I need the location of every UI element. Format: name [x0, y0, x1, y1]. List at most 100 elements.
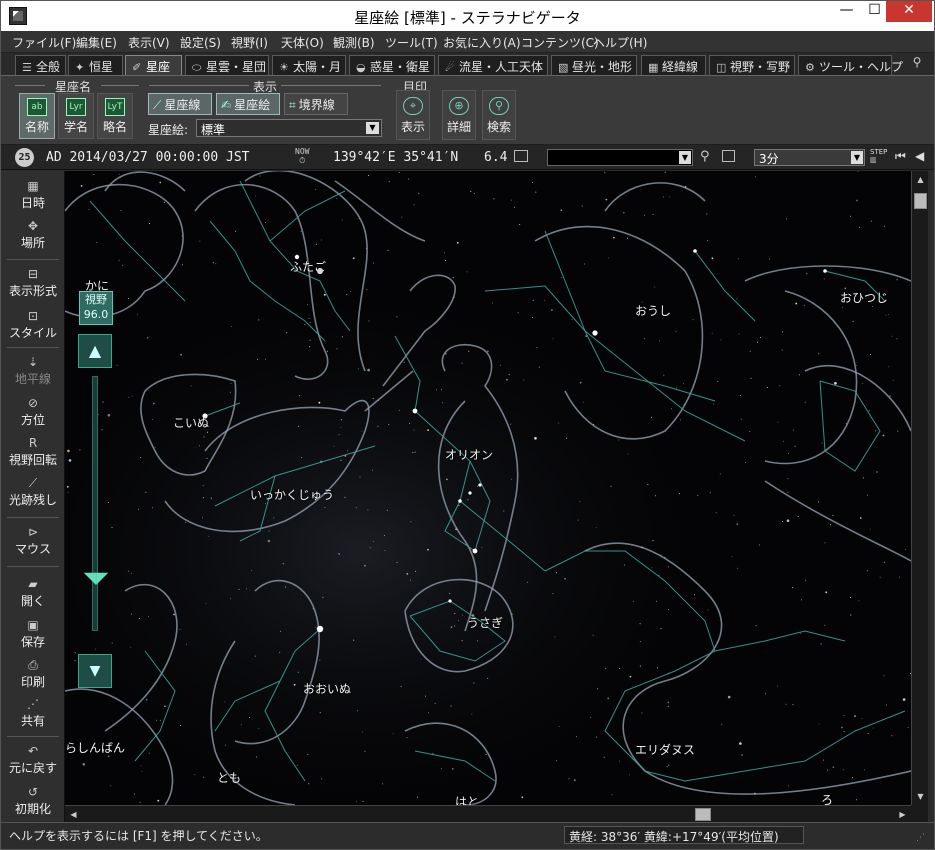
- background-star: [323, 293, 326, 296]
- tab-grid[interactable]: ▦ 経緯線: [641, 55, 706, 75]
- resize-grip-icon[interactable]: ⋰: [916, 833, 928, 845]
- vertical-scrollbar[interactable]: ▲ ▼: [911, 171, 928, 805]
- menu-contents[interactable]: コンテンツ(C): [521, 34, 599, 51]
- menu-tools[interactable]: ツール(T): [385, 34, 438, 51]
- background-star: [736, 298, 738, 300]
- mark-show-button[interactable]: ⌖ 表示: [396, 90, 430, 140]
- background-star: [339, 553, 340, 555]
- tab-planets[interactable]: ◒ 惑星・衛星: [349, 55, 435, 75]
- horizontal-scrollbar[interactable]: ◀ ▶: [65, 805, 911, 822]
- mouse-tool[interactable]: ⊳ マウス: [1, 525, 65, 557]
- location-tool[interactable]: ✥ 場所: [1, 219, 65, 251]
- tab-field[interactable]: ◫ 視野・写野: [709, 55, 795, 75]
- now-clock-icon[interactable]: NOW ⏱: [295, 147, 309, 165]
- reset-tool[interactable]: ↺ 初期化: [1, 785, 65, 817]
- tab-meteors[interactable]: ☄ 流星・人工天体: [438, 55, 548, 75]
- background-star: [737, 567, 739, 569]
- zoom-slider-handle[interactable]: ◥◤: [77, 569, 115, 587]
- share-tool[interactable]: ⋰ 共有: [1, 697, 65, 729]
- moon-age-badge[interactable]: 25: [15, 148, 34, 167]
- search-icon[interactable]: ⚲: [700, 149, 710, 164]
- background-star: [398, 172, 400, 173]
- pin-icon[interactable]: ⚲: [907, 55, 927, 73]
- direction-tool[interactable]: ⊘ 方位: [1, 396, 65, 428]
- scroll-thumb[interactable]: [695, 808, 711, 821]
- style-tool[interactable]: ⊡ スタイル: [1, 309, 65, 341]
- object-search-input[interactable]: ▼: [547, 149, 693, 166]
- name-button[interactable]: ab 名称: [19, 93, 55, 139]
- background-star: [867, 733, 869, 734]
- display-mode-tool[interactable]: ⊟ 表示形式: [1, 267, 65, 299]
- abbreviation-button[interactable]: LyT 略名: [97, 93, 133, 139]
- background-star: [454, 613, 456, 614]
- close-button[interactable]: ✕: [886, 1, 932, 22]
- menu-objects[interactable]: 天体(O): [281, 34, 324, 51]
- scroll-up-icon[interactable]: ▲: [913, 172, 928, 187]
- list-icon[interactable]: [722, 150, 735, 162]
- background-star: [148, 615, 150, 617]
- constellation-lines-toggle[interactable]: ⟋ 星座線: [148, 93, 212, 115]
- save-tool[interactable]: ▣ 保存: [1, 618, 65, 650]
- undo-tool[interactable]: ↶ 元に戻す: [1, 744, 65, 776]
- menu-view[interactable]: 表示(V): [128, 34, 170, 51]
- skip-back-icon[interactable]: ⏮: [895, 149, 906, 164]
- tab-general[interactable]: ☰ 全般: [15, 55, 66, 75]
- tab-sun-moon[interactable]: ☀ 太陽・月: [272, 55, 346, 75]
- maximize-button[interactable]: ☐: [861, 1, 888, 22]
- time-step-select[interactable]: 3分 ▼: [754, 149, 865, 166]
- constellation-art-toggle[interactable]: ✍ 星座絵: [216, 93, 280, 115]
- tab-daylight[interactable]: ▧ 昼光・地形: [551, 55, 637, 75]
- scroll-thumb[interactable]: [914, 193, 927, 209]
- background-star: [749, 431, 751, 432]
- location-display[interactable]: 139°42′E 35°41′N: [333, 150, 458, 165]
- chevron-down-icon[interactable]: ▼: [679, 151, 691, 164]
- sky-view[interactable]: かに ふたご おうし おひつじ こいぬ いっかくじゅう オリオン うさぎ おおい…: [65, 171, 911, 805]
- background-star: [308, 318, 310, 320]
- tab-stars[interactable]: ✦ 恒星: [68, 55, 123, 75]
- step-back-icon[interactable]: ◀: [915, 149, 924, 163]
- scroll-right-icon[interactable]: ▶: [895, 807, 910, 822]
- background-star: [297, 671, 299, 673]
- boundary-toggle[interactable]: ⌗ 境界線: [284, 93, 348, 115]
- datetime-tool[interactable]: ▦ 日時: [1, 179, 65, 211]
- scroll-down-icon[interactable]: ▼: [913, 789, 928, 804]
- background-star: [361, 430, 363, 432]
- keyboard-icon[interactable]: [514, 150, 528, 162]
- menu-file[interactable]: ファイル(F): [12, 34, 76, 51]
- menu-help[interactable]: ヘルプ(H): [593, 34, 647, 51]
- zoom-in-button[interactable]: ▲: [78, 334, 112, 368]
- menu-settings[interactable]: 設定(S): [180, 34, 221, 51]
- scientific-name-button[interactable]: Lyr 学名: [58, 93, 94, 139]
- zoom-slider-track[interactable]: [92, 376, 98, 631]
- menu-favorites[interactable]: お気に入り(A): [443, 34, 521, 51]
- menu-edit[interactable]: 編集(E): [76, 34, 117, 51]
- trail-tool[interactable]: ⟋ 光跡残し: [1, 476, 65, 508]
- limiting-magnitude[interactable]: 6.4: [484, 150, 507, 165]
- chevron-down-icon: ▼: [851, 151, 863, 164]
- open-tool[interactable]: ▰ 開く: [1, 577, 65, 609]
- background-star: [823, 278, 825, 280]
- background-star: [536, 347, 538, 348]
- scroll-left-icon[interactable]: ◀: [66, 807, 81, 822]
- detail-button[interactable]: ⊕ 詳細: [442, 90, 476, 140]
- print-tool[interactable]: ⎙ 印刷: [1, 658, 65, 690]
- menu-field[interactable]: 視野(I): [231, 34, 268, 51]
- background-star: [458, 620, 459, 622]
- group-divider: [15, 85, 45, 86]
- step-icon[interactable]: STEP ▥: [870, 148, 887, 164]
- background-star: [738, 333, 740, 335]
- art-style-select[interactable]: 標準 ▼: [196, 119, 382, 137]
- background-star: [440, 768, 442, 770]
- horizon-tool[interactable]: ⇣ 地平線: [1, 355, 65, 387]
- minimize-button[interactable]: —: [833, 1, 860, 22]
- tab-nebulae[interactable]: ⬭ 星雲・星団: [185, 55, 269, 75]
- menu-observe[interactable]: 観測(B): [333, 34, 375, 51]
- search-button[interactable]: ⚲ 検索: [482, 90, 516, 140]
- tab-constellations[interactable]: ✐ 星座: [125, 55, 182, 75]
- zoom-out-button[interactable]: ▼: [78, 654, 112, 688]
- tab-tools[interactable]: ⚙ ツール・ヘルプ: [798, 55, 903, 75]
- datetime-display[interactable]: AD 2014/03/27 00:00:00 JST: [46, 150, 250, 165]
- background-star: [861, 383, 863, 384]
- rotate-view-tool[interactable]: R 視野回転: [1, 436, 65, 468]
- background-star: [849, 215, 851, 217]
